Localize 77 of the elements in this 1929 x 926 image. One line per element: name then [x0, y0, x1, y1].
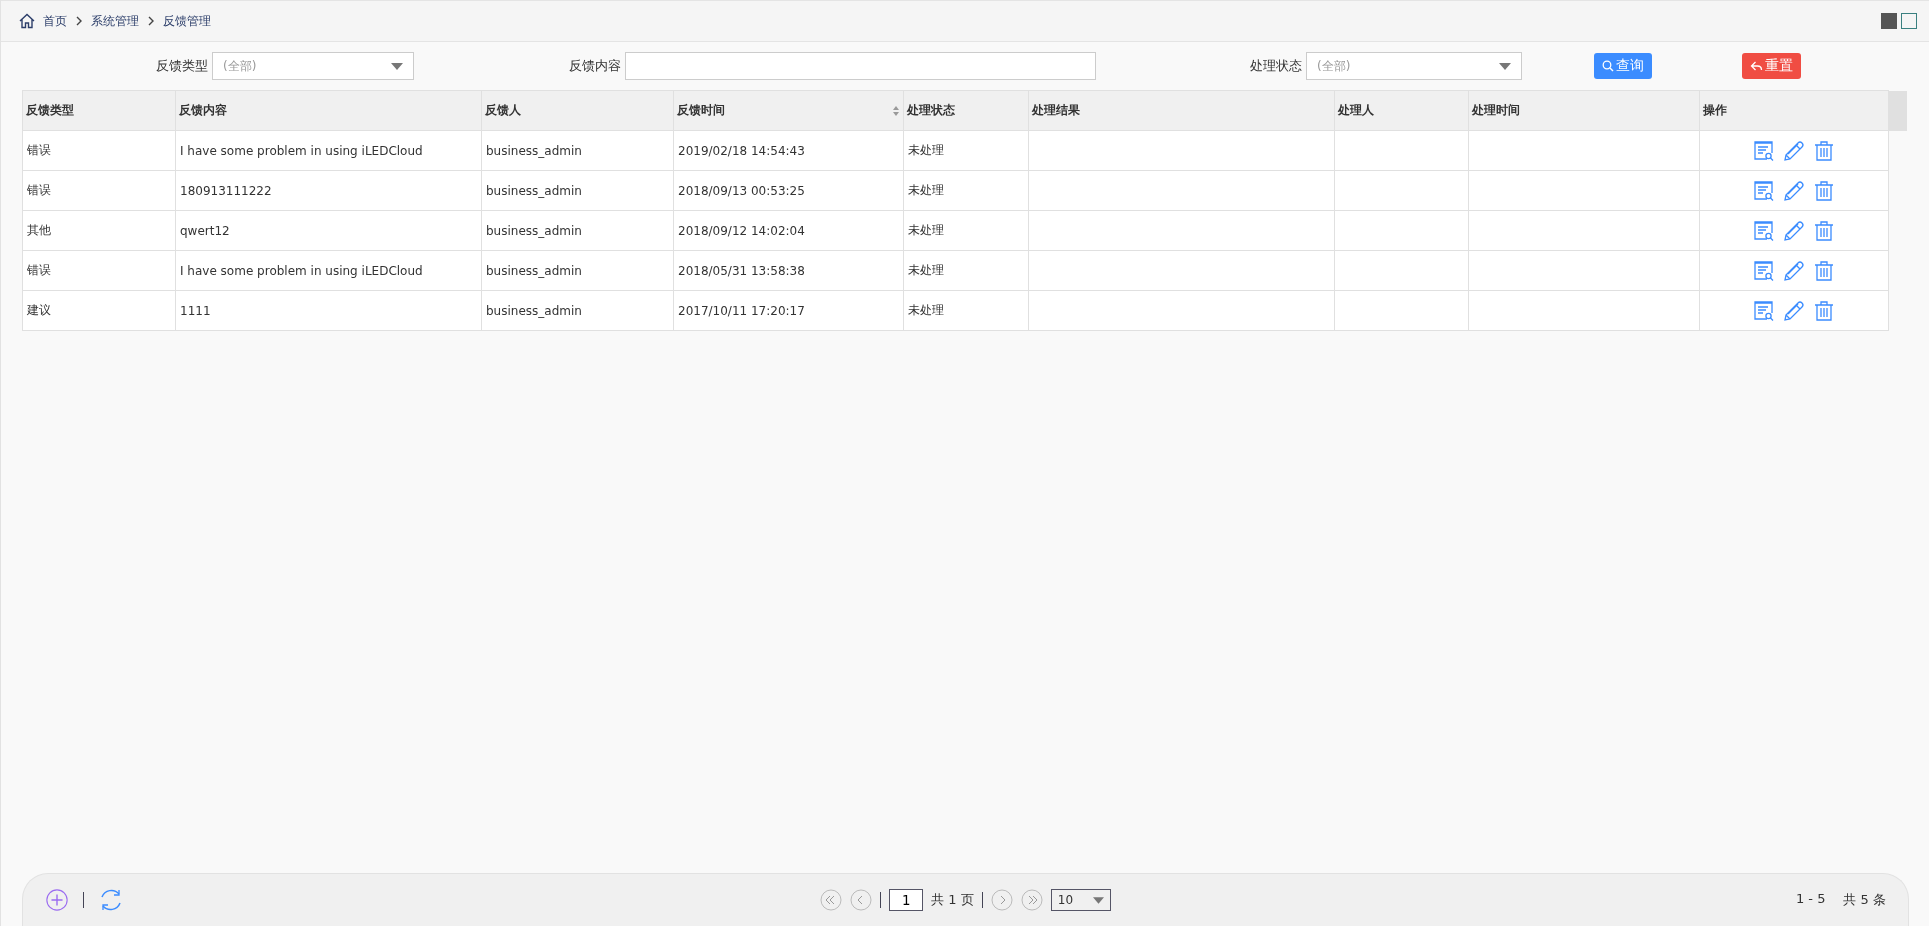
- document-search-icon[interactable]: [1753, 179, 1775, 202]
- breadcrumb-link[interactable]: 首页: [43, 12, 67, 30]
- column-header: 反馈人: [481, 90, 674, 131]
- table-cell: 1111: [175, 290, 482, 331]
- table-cell: 其他: [22, 210, 176, 251]
- filter-label: 反馈类型: [156, 57, 208, 75]
- caret-icon: [1092, 896, 1104, 904]
- table-cell: 2018/05/31 13:58:38: [673, 250, 904, 291]
- column-header: 操作: [1699, 90, 1889, 131]
- undo-arrow-icon: [1750, 60, 1763, 72]
- table-cell: 未处理: [903, 250, 1029, 291]
- trash-icon[interactable]: [1813, 179, 1835, 202]
- trash-icon[interactable]: [1813, 139, 1835, 162]
- table-cell: 建议: [22, 290, 176, 331]
- table-cell: business_admin: [481, 170, 674, 211]
- column-header: 反馈类型: [22, 90, 176, 131]
- trash-icon[interactable]: [1813, 299, 1835, 322]
- document-search-icon[interactable]: [1753, 299, 1775, 322]
- breadcrumb-link[interactable]: 系统管理: [91, 12, 139, 30]
- table-cell: I have some problem in using iLEDCloud: [175, 250, 482, 291]
- square-outline-icon[interactable]: [1901, 13, 1917, 29]
- chevron-right-icon: [147, 16, 155, 26]
- table-cell: business_admin: [481, 210, 674, 251]
- table-cell: 2018/09/13 00:53:25: [673, 170, 904, 211]
- add-icon[interactable]: [45, 888, 69, 912]
- column-header: 处理状态: [903, 90, 1029, 131]
- pencil-icon[interactable]: [1783, 179, 1805, 202]
- document-search-icon[interactable]: [1753, 219, 1775, 242]
- document-search-icon[interactable]: [1753, 139, 1775, 162]
- record-total-label: 共 5 条: [1843, 891, 1886, 909]
- table-cell: 未处理: [903, 130, 1029, 171]
- table-cell: business_admin: [481, 250, 674, 291]
- record-range-label: 1 - 5: [1795, 891, 1826, 908]
- last-page-icon[interactable]: [1020, 889, 1043, 911]
- pencil-icon[interactable]: [1783, 219, 1805, 242]
- column-header: 处理结果: [1028, 90, 1335, 131]
- filter-label: 处理状态: [1250, 57, 1302, 75]
- column-header[interactable]: 反馈时间: [673, 90, 904, 131]
- table-cell: 未处理: [903, 290, 1029, 331]
- table-cell: 2017/10/11 17:20:17: [673, 290, 904, 331]
- table-cell: 错误: [22, 130, 176, 171]
- reset-button[interactable]: 重置: [1742, 53, 1801, 79]
- table-cell: 2018/09/12 14:02:04: [673, 210, 904, 251]
- chevron-right-icon: [75, 16, 83, 26]
- table-cell: 错误: [22, 250, 176, 291]
- input-field[interactable]: [625, 52, 1096, 80]
- document-search-icon[interactable]: [1753, 259, 1775, 282]
- table-cell: 2019/02/18 14:54:43: [673, 130, 904, 171]
- page-number-field[interactable]: 1: [889, 889, 924, 911]
- table-cell: business_admin: [481, 130, 674, 171]
- next-page-icon[interactable]: [990, 889, 1013, 911]
- pencil-icon[interactable]: [1783, 299, 1805, 322]
- column-header: 处理时间: [1468, 90, 1700, 131]
- table-cell: 未处理: [903, 170, 1029, 211]
- first-page-icon[interactable]: [820, 889, 843, 911]
- column-header: 反馈内容: [175, 90, 482, 131]
- table-cell: business_admin: [481, 290, 674, 331]
- table-cell: qwert12: [175, 210, 482, 251]
- table-cell: 180913111222: [175, 170, 482, 211]
- page-size-select[interactable]: 10: [1050, 889, 1111, 911]
- pencil-icon[interactable]: [1783, 139, 1805, 162]
- filter-label: 反馈内容: [569, 57, 621, 75]
- trash-icon[interactable]: [1813, 219, 1835, 242]
- trash-icon[interactable]: [1813, 259, 1835, 282]
- home-icon[interactable]: [19, 13, 35, 29]
- search-icon: [1602, 60, 1614, 72]
- column-header: 处理人: [1334, 90, 1469, 131]
- total-pages-label: 共 1 页: [931, 891, 974, 909]
- pencil-icon[interactable]: [1783, 259, 1805, 282]
- previous-page-icon[interactable]: [850, 889, 873, 911]
- refresh-icon[interactable]: [98, 887, 124, 913]
- table-cell: I have some problem in using iLEDCloud: [175, 130, 482, 171]
- caret-icon: [391, 62, 403, 70]
- table-cell: 错误: [22, 170, 176, 211]
- table-cell: 未处理: [903, 210, 1029, 251]
- breadcrumb-link[interactable]: 反馈管理: [163, 12, 211, 30]
- caret-icon: [1499, 62, 1511, 70]
